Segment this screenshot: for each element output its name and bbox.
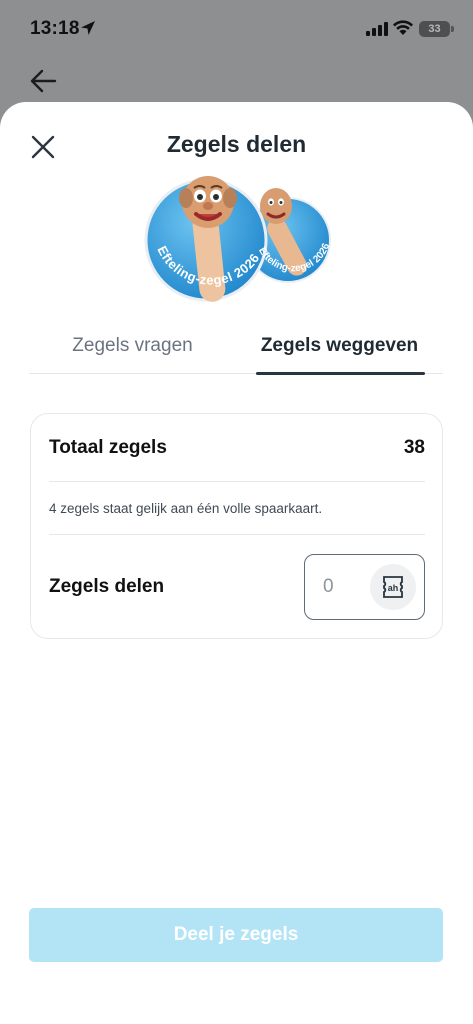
arrow-left-icon[interactable] <box>29 68 57 94</box>
stamp-icon: ah <box>383 576 403 598</box>
share-quantity-input[interactable]: 0 ah <box>304 554 425 620</box>
stamp-badge: ah <box>370 564 416 610</box>
info-text: 4 zegels staat gelijk aan één volle spaa… <box>49 500 323 516</box>
info-row: 4 zegels staat gelijk aan één volle spaa… <box>49 482 425 535</box>
battery-cap <box>451 26 454 32</box>
sheet-title: Zegels delen <box>166 131 307 157</box>
tab-bar: Zegels vragen Zegels weggeven <box>29 324 443 375</box>
stamps-card: Totaal zegels 38 4 zegels staat gelijk a… <box>30 413 443 639</box>
status-time: 13:18 <box>30 18 80 39</box>
wifi-icon <box>393 20 413 35</box>
svg-text:ah: ah <box>388 583 399 593</box>
share-stamps-button[interactable]: Deel je zegels <box>29 908 443 962</box>
status-bar: 13:18 33 <box>0 0 473 58</box>
share-stamps-label: Zegels delen <box>49 576 165 597</box>
total-stamps-row: Totaal zegels 38 <box>49 414 425 482</box>
battery-level: 33 <box>428 23 441 35</box>
location-arrow-icon <box>81 21 95 35</box>
share-quantity-value: 0 <box>323 576 334 597</box>
share-stamps-sheet: Zegels delen Efteling-zegel 2026 Eftelin… <box>0 102 473 1024</box>
total-stamps-value: 38 <box>403 436 425 458</box>
battery-icon: 33 <box>419 21 450 37</box>
efteling-stamp-illustration: Efteling-zegel 2026 Efteling-zegel 2026 <box>144 176 332 302</box>
cellular-signal-icon <box>366 22 388 36</box>
tab-zegels-weggeven[interactable]: Zegels weggeven <box>236 324 443 375</box>
share-stamps-row: Zegels delen 0 ah <box>49 535 425 639</box>
total-stamps-label: Totaal zegels <box>49 436 167 458</box>
tab-zegels-vragen[interactable]: Zegels vragen <box>29 324 236 373</box>
